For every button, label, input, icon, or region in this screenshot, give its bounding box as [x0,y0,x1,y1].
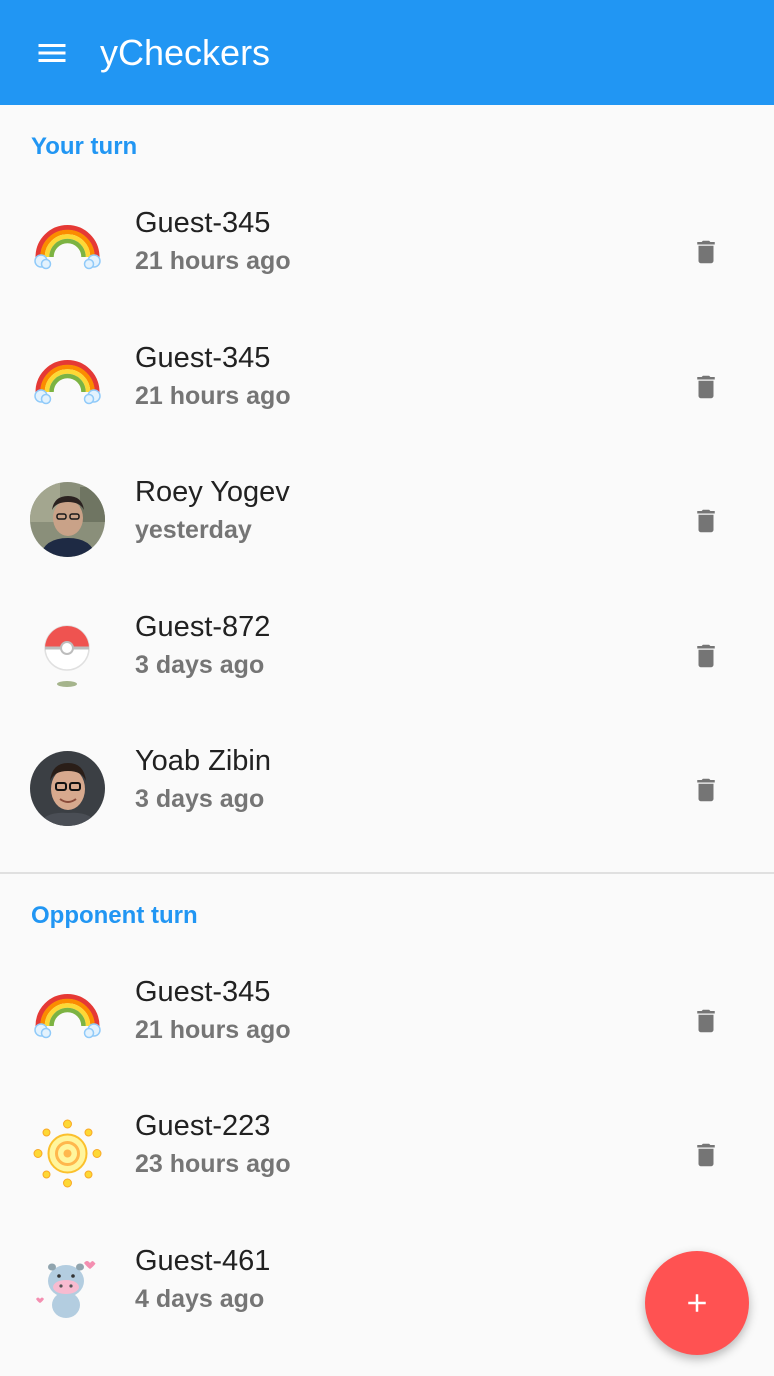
game-item[interactable]: Guest-345 21 hours ago [0,193,774,328]
section-your-turn: Your turn Guest-345 21 hours ago Guest-3… [0,105,774,866]
photo-avatar [30,751,105,826]
opponent-name: Guest-345 [135,341,271,374]
trash-icon [691,1003,721,1039]
games-list[interactable]: Your turn Guest-345 21 hours ago Guest-3… [0,105,774,1376]
opponent-name: Yoab Zibin [135,745,271,778]
plus-icon [688,1294,706,1312]
game-item[interactable]: Guest-345 21 hours ago [0,962,774,1097]
delete-game-button[interactable] [678,628,734,684]
delete-game-button[interactable] [678,1127,734,1183]
last-move-time: 21 hours ago [135,1015,291,1044]
new-game-button[interactable] [645,1251,749,1355]
rainbow-avatar [30,982,105,1057]
sun-avatar [30,1116,105,1191]
last-move-time: 3 days ago [135,650,265,679]
delete-game-button[interactable] [678,493,734,549]
opponent-name: Roey Yogev [135,476,290,509]
opponent-name: Guest-223 [135,1110,271,1143]
trash-icon [691,369,721,405]
photo-avatar [30,482,105,557]
opponent-name: Guest-345 [135,975,271,1008]
app-bar: yCheckers [0,0,774,105]
game-item[interactable]: Guest-223 23 hours ago [0,1096,774,1231]
trash-icon [691,638,721,674]
delete-game-button[interactable] [678,762,734,818]
last-move-time: 21 hours ago [135,381,291,410]
last-move-time: 23 hours ago [135,1150,291,1179]
last-move-time: 3 days ago [135,785,265,814]
last-move-time: yesterday [135,516,252,545]
trash-icon [691,503,721,539]
last-move-time: 4 days ago [135,1284,265,1313]
game-item[interactable]: Yoab Zibin 3 days ago [0,731,774,866]
delete-game-button[interactable] [678,993,734,1049]
game-item[interactable]: Roey Yogev yesterday [0,462,774,597]
section-header: Your turn [31,133,138,160]
opponent-name: Guest-461 [135,1244,271,1277]
menu-button[interactable] [0,0,104,105]
trash-icon [691,772,721,808]
menu-icon [38,43,66,62]
app-title: yCheckers [100,31,271,73]
hippo-avatar [30,1251,105,1326]
pokeball-avatar [30,617,105,692]
section-header: Opponent turn [31,901,198,929]
game-item[interactable]: Guest-345 21 hours ago [0,328,774,463]
last-move-time: 21 hours ago [135,247,291,276]
opponent-name: Guest-345 [135,207,271,240]
trash-icon [691,1137,721,1173]
delete-game-button[interactable] [678,359,734,415]
opponent-name: Guest-872 [135,610,271,643]
delete-game-button[interactable] [678,224,734,280]
game-item[interactable]: Guest-872 3 days ago [0,597,774,732]
rainbow-avatar [30,213,105,288]
rainbow-avatar [30,348,105,423]
trash-icon [691,234,721,270]
